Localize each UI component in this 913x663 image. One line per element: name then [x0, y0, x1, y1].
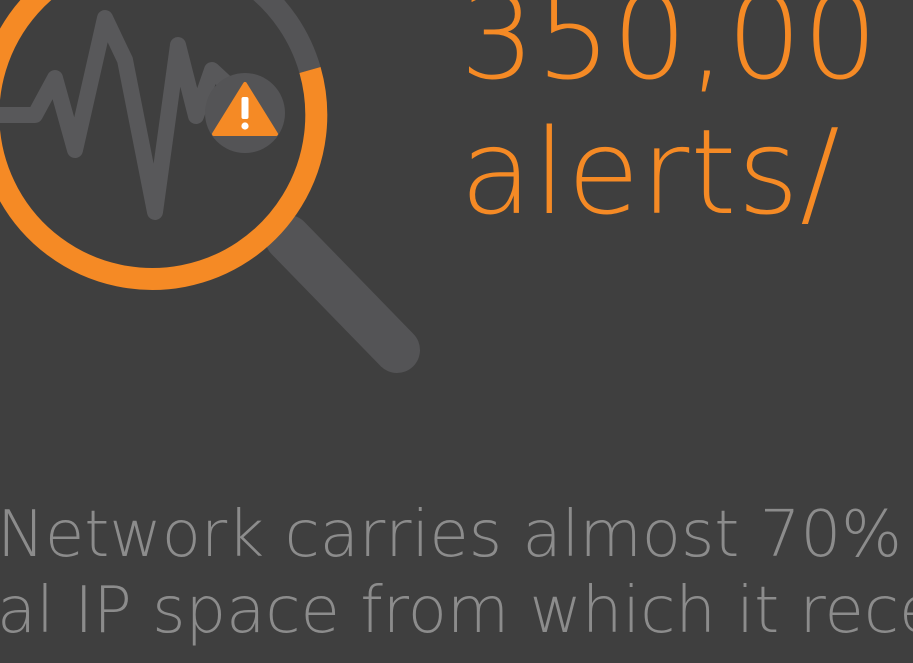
stat-headline: 350,00 alerts/ [460, 0, 879, 239]
magnifier-handle [265, 215, 420, 373]
canvas: 350,00 alerts/ Network carries almost 70… [0, 0, 913, 663]
stat-value: 350,00 [460, 0, 879, 106]
caption-text: Network carries almost 70% of al IP spac… [0, 498, 913, 649]
pulse-waveform-icon [0, 10, 248, 220]
stat-unit: alerts/ [460, 102, 841, 241]
caption-line-2: al IP space from which it receive [0, 573, 913, 648]
magnifier-icon [0, 0, 420, 373]
warning-dot [241, 122, 249, 130]
warning-mark [241, 97, 249, 119]
caption-line-1: Network carries almost 70% of [0, 498, 913, 572]
